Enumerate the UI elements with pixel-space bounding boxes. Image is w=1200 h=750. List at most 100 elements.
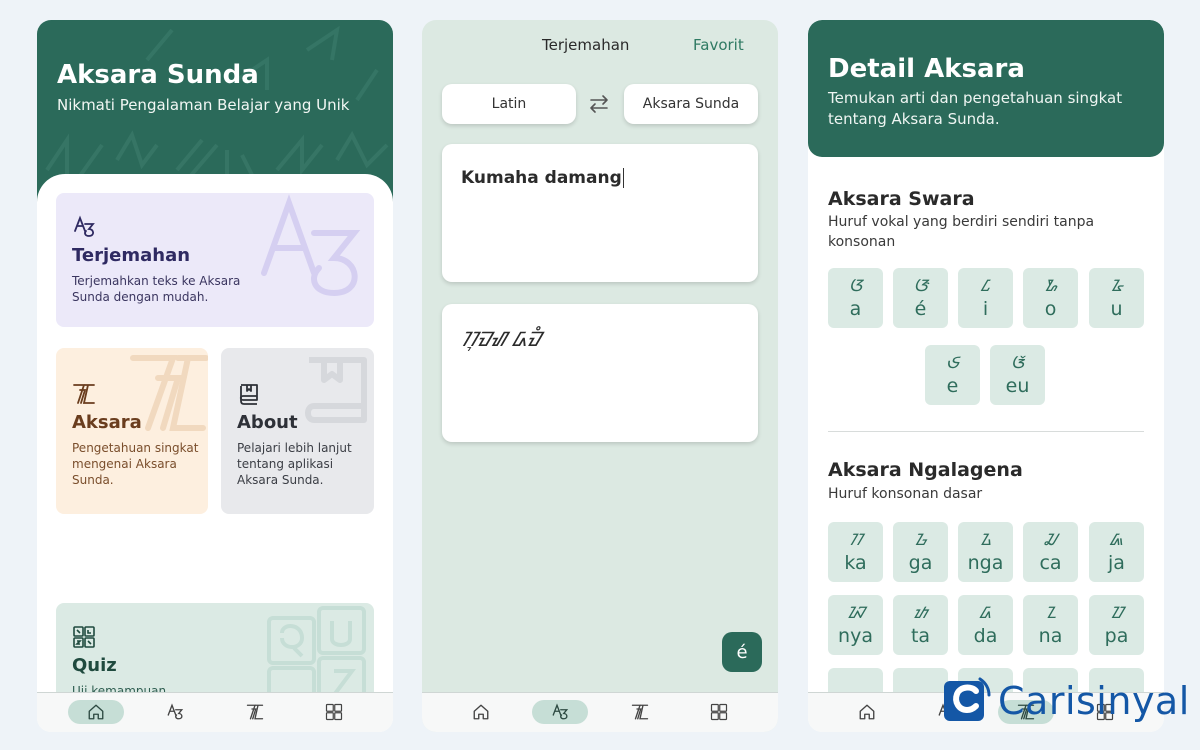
char-tile-a[interactable]: ᮃa [828, 268, 883, 328]
nav-home[interactable] [839, 700, 895, 724]
char-tile-eu[interactable]: ᮉ eu [990, 345, 1045, 405]
input-text-wrapper: Kumaha damang [461, 168, 624, 188]
quiz-title: Quiz [72, 655, 117, 676]
nav-home[interactable] [68, 700, 124, 724]
char-latin: ta [910, 625, 931, 647]
char-glyph: ᮒ [913, 603, 928, 622]
char-latin: u [1110, 298, 1123, 320]
nav-translate[interactable] [147, 700, 203, 724]
char-glyph: ᮉ [1010, 353, 1025, 372]
char-glyph: ᮄ [981, 276, 990, 295]
char-latin: ga [908, 552, 933, 574]
char-glyph: ᮌ [914, 530, 927, 549]
watermark-text: Carisinyal [998, 679, 1190, 723]
char-glyph: ᮊ [849, 530, 862, 549]
target-language-label: Aksara Sunda [642, 96, 740, 112]
tab-terjemahan[interactable]: Terjemahan [542, 36, 629, 54]
app-title: Aksara Sunda [57, 60, 259, 90]
char-tile-o[interactable]: ᮇo [1023, 268, 1078, 328]
carisinyal-logo-icon [944, 677, 991, 721]
char-tile-ka[interactable]: ᮊ ka [828, 522, 883, 582]
swap-icon[interactable] [588, 94, 610, 114]
translate-watermark-icon [261, 194, 361, 297]
ngalagena-section-title: Aksara Ngalagena [828, 459, 1023, 481]
char-tile-ja[interactable]: ᮏ ja [1089, 522, 1144, 582]
output-text-value: ᮊᮥᮙᮠ ᮓᮙᮀ [461, 327, 541, 351]
char-latin: nya [838, 625, 873, 647]
char-tile-é[interactable]: ᮆé [893, 268, 948, 328]
nav-aksara[interactable] [612, 700, 668, 724]
about-desc: Pelajari lebih lanjut tentang aplikasi A… [237, 441, 352, 487]
char-latin: e [946, 375, 959, 397]
char-latin: da [973, 625, 998, 647]
char-glyph: ᮏ [1109, 530, 1124, 549]
detail-header: Detail Aksara Temukan arti dan pengetahu… [808, 20, 1164, 157]
char-latin: o [1044, 298, 1057, 320]
detail-subtitle: Temukan arti dan pengetahuan singkat ten… [828, 89, 1123, 128]
char-latin: ca [1039, 552, 1062, 574]
char-tile-nya[interactable]: ᮑ nya [828, 595, 883, 655]
nav-aksara[interactable] [227, 700, 283, 724]
char-glyph: ᮅ [1110, 276, 1123, 295]
about-card[interactable]: About Pelajari lebih lanjut tentang apli… [221, 348, 374, 514]
aksara-title: Aksara [72, 412, 142, 433]
translate-icon [167, 703, 184, 720]
char-tile-da[interactable]: ᮓ da [958, 595, 1013, 655]
nav-translate[interactable] [532, 700, 588, 724]
book-watermark-icon [305, 357, 367, 423]
accent-button[interactable]: é [722, 632, 762, 672]
bottom-navbar [422, 692, 778, 732]
translate-icon [552, 703, 569, 720]
tab-favorit[interactable]: Favorit [693, 36, 744, 54]
char-latin: ka [844, 552, 867, 574]
nav-home[interactable] [453, 700, 509, 724]
char-latin: i [982, 298, 989, 320]
text-caret [622, 168, 624, 188]
char-tile-nga[interactable]: ᮍ nga [958, 522, 1013, 582]
char-glyph: ᮓ [979, 603, 992, 622]
app-subtitle: Nikmati Pengalaman Belajar yang Unik [57, 96, 350, 114]
char-latin: a [849, 298, 862, 320]
char-tile-ga[interactable]: ᮌ ga [893, 522, 948, 582]
char-tile-u[interactable]: ᮅu [1089, 268, 1144, 328]
char-tile-e[interactable]: ᮈe [925, 345, 980, 405]
char-latin: nga [967, 552, 1004, 574]
source-language-label: Latin [491, 96, 527, 112]
detail-title: Detail Aksara [828, 54, 1025, 84]
char-glyph: ᮍ [979, 530, 992, 549]
home-icon [859, 704, 875, 720]
aksara-icon [631, 704, 649, 720]
char-glyph: ᮈ [946, 353, 959, 372]
char-glyph: ᮇ [1044, 276, 1057, 295]
terjemahan-card[interactable]: Terjemahan Terjemahkan teks ke Aksara Su… [56, 193, 374, 327]
quiz-icon [710, 703, 728, 721]
detail-screen: Detail Aksara Temukan arti dan pengetahu… [808, 20, 1164, 732]
char-tile-pa[interactable]: ᮕ pa [1089, 595, 1144, 655]
carisinyal-watermark: Carisinyal [940, 675, 1190, 725]
terjemahan-title: Terjemahan [72, 245, 191, 266]
target-language-button[interactable]: Aksara Sunda [624, 84, 758, 124]
nav-quiz[interactable] [691, 700, 747, 724]
input-text-area[interactable]: Kumaha damang [442, 144, 758, 282]
char-tile-ca[interactable]: ᮎ ca [1023, 522, 1078, 582]
quiz-icon [325, 703, 343, 721]
swara-section-desc: Huruf vokal yang berdiri sendiri tanpa k… [828, 214, 1095, 250]
char-glyph: ᮃ [848, 276, 863, 295]
char-latin: pa [1104, 625, 1129, 647]
section-divider [828, 431, 1144, 432]
quiz-icon [72, 625, 96, 653]
source-language-button[interactable]: Latin [442, 84, 576, 124]
char-tile-i[interactable]: ᮄi [958, 268, 1013, 328]
about-title: About [237, 412, 298, 433]
translate-icon [72, 215, 96, 243]
home-content: Terjemahan Terjemahkan teks ke Aksara Su… [37, 174, 393, 732]
terjemahan-desc: Terjemahkan teks ke Aksara Sunda dengan … [72, 274, 241, 304]
char-tile-na[interactable]: ᮔ na [1023, 595, 1078, 655]
home-icon [473, 704, 489, 720]
char-glyph: ᮑ [846, 603, 865, 622]
char-latin: ja [1108, 552, 1125, 574]
nav-quiz[interactable] [306, 700, 362, 724]
char-tile-ta[interactable]: ᮒ ta [893, 595, 948, 655]
ngalagena-section-desc: Huruf konsonan dasar [828, 486, 983, 502]
aksara-card[interactable]: Aksara Pengetahuan singkat mengenai Aksa… [56, 348, 208, 514]
